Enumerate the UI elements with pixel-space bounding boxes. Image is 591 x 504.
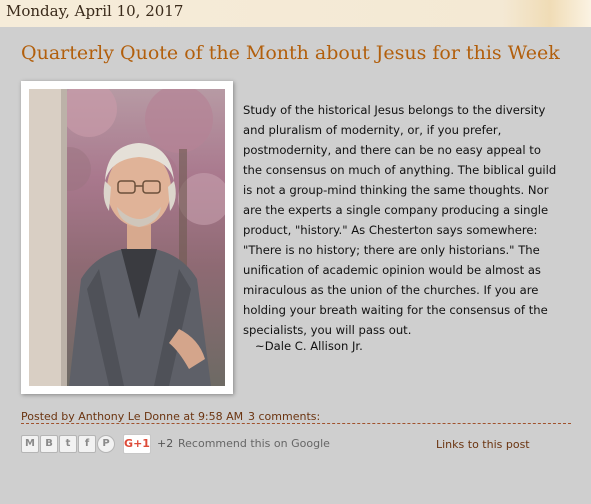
author-photo xyxy=(29,89,225,386)
facebook-share-icon[interactable]: f xyxy=(78,435,96,453)
posted-by-label: Posted by xyxy=(21,410,75,423)
quote-text: Study of the historical Jesus belongs to… xyxy=(243,103,557,337)
post-footer-byline: Posted by Anthony Le Donne at 9:58 AM xyxy=(21,410,243,423)
post-timestamp-link[interactable]: 9:58 AM xyxy=(198,410,243,423)
quote-attribution: ~Dale C. Allison Jr. xyxy=(255,339,363,353)
post-footer-divider xyxy=(21,423,571,424)
author-photo-frame xyxy=(21,81,233,394)
google-plus-button[interactable]: G+1 xyxy=(123,434,151,454)
at-label: at xyxy=(183,410,195,423)
post-title[interactable]: Quarterly Quote of the Month about Jesus… xyxy=(21,42,560,64)
photo-illustration xyxy=(29,89,225,386)
comments-link[interactable]: 3 comments: xyxy=(248,410,320,423)
links-to-post-link[interactable]: Links to this post xyxy=(436,438,530,451)
date-header: Monday, April 10, 2017 xyxy=(0,0,591,27)
twitter-share-icon[interactable]: t xyxy=(59,435,77,453)
blog-share-icon[interactable]: B xyxy=(40,435,58,453)
pinterest-share-icon[interactable]: P xyxy=(97,435,115,453)
post-date: Monday, April 10, 2017 xyxy=(6,2,184,20)
blog-post: Quarterly Quote of the Month about Jesus… xyxy=(0,27,591,504)
email-share-icon[interactable]: M xyxy=(21,435,39,453)
author-link[interactable]: Anthony Le Donne xyxy=(78,410,180,423)
google-plus-count: +2 xyxy=(157,437,174,450)
recommend-google-text: Recommend this on Google xyxy=(178,437,330,450)
